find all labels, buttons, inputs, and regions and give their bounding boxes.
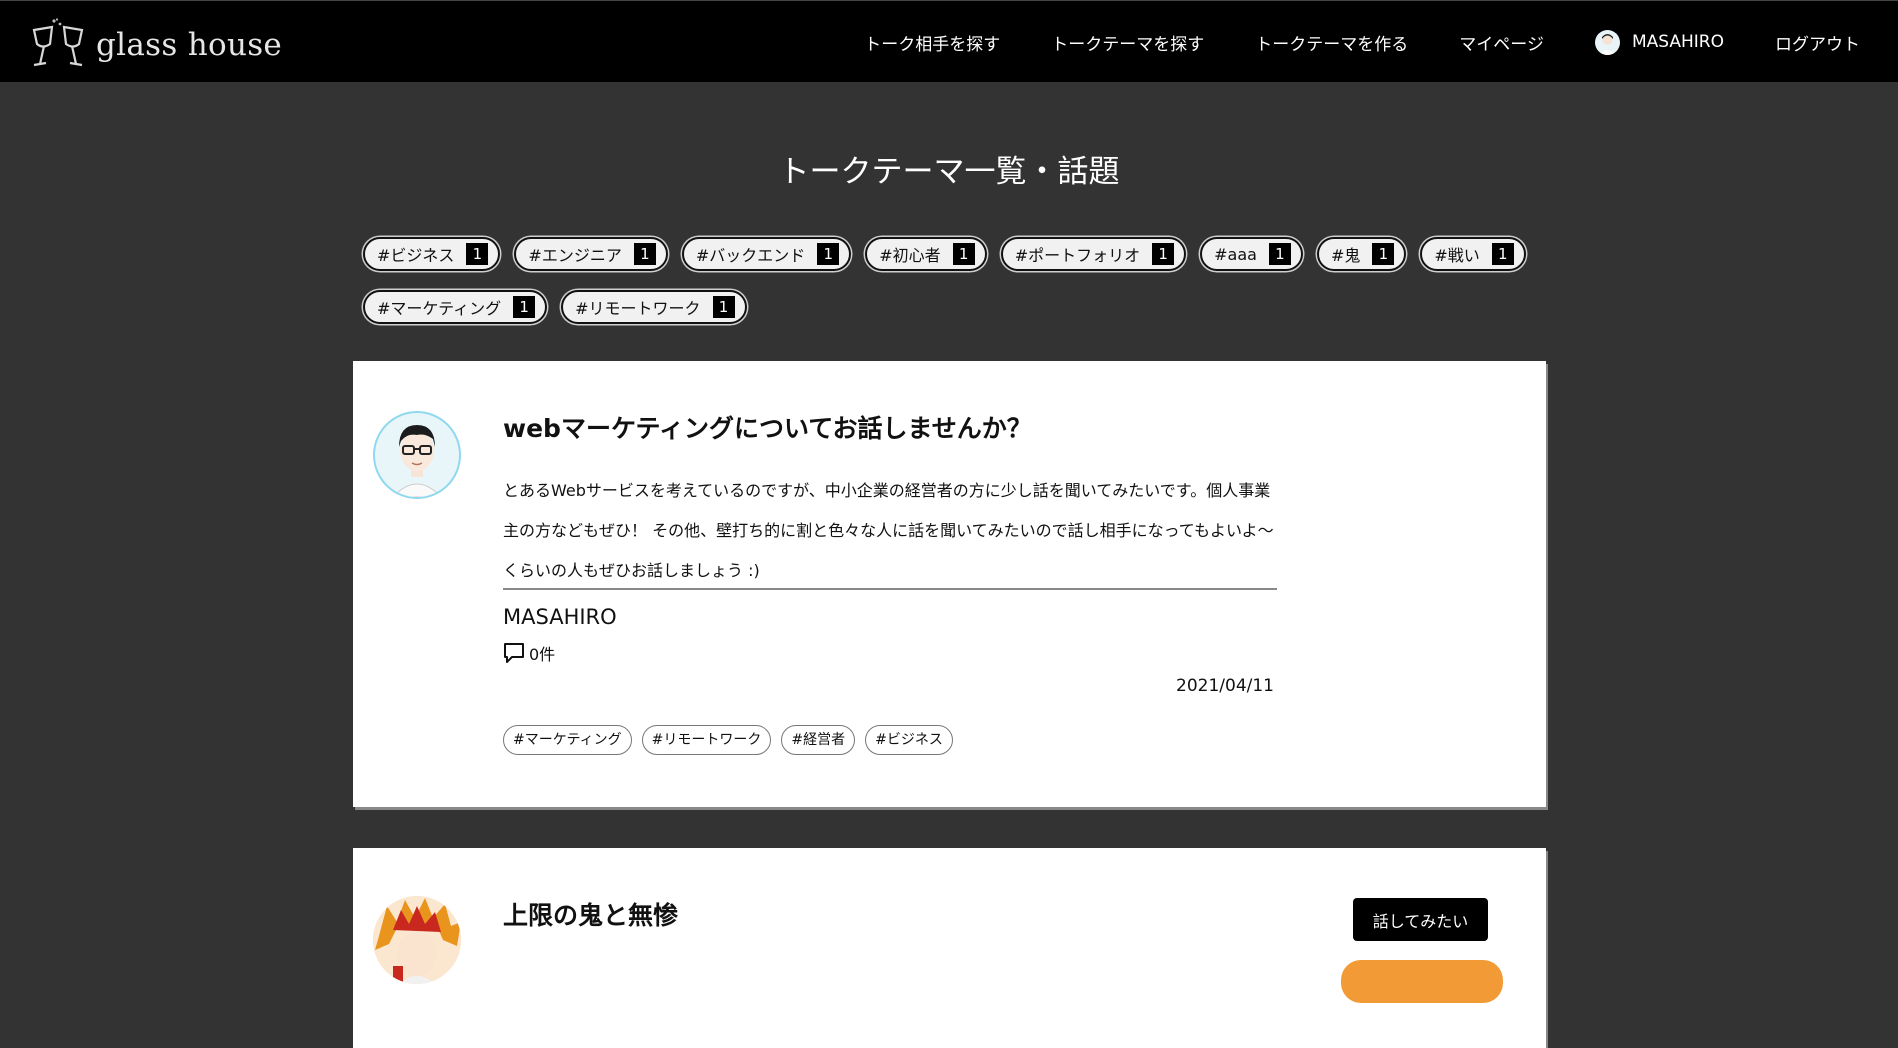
tag-row: #マーケティング 1 #リモートワーク 1 xyxy=(363,288,1543,326)
logo-text: glass house xyxy=(96,27,283,63)
tag-label: #リモートワーク xyxy=(575,299,701,318)
page-title: トークテーマ一覧・話題 xyxy=(778,154,1120,190)
tag-pill[interactable]: #リモートワーク 1 xyxy=(561,290,747,324)
logo[interactable]: glass house xyxy=(30,18,283,71)
tag-count: 1 xyxy=(1372,243,1395,265)
tag-label: #バックエンド xyxy=(695,246,806,265)
tag-label: #マーケティング xyxy=(377,299,502,318)
tag-count: 1 xyxy=(817,243,840,265)
comment-icon xyxy=(504,643,524,663)
tag-count: 1 xyxy=(633,243,656,265)
tag-label: #初心者 xyxy=(879,246,941,265)
comment-count: 0件 xyxy=(529,645,556,664)
card-title[interactable]: webマーケティングについてお話しませんか？ xyxy=(503,409,1032,445)
tag-pill[interactable]: #バックエンド 1 xyxy=(681,237,852,271)
tag-pill[interactable]: #鬼 1 xyxy=(1316,237,1407,271)
tag-pill[interactable]: #マーケティング 1 xyxy=(363,290,548,324)
tag-label: #aaa xyxy=(1214,244,1257,264)
tag-label: #ポートフォリオ xyxy=(1014,246,1141,265)
card-comments: 0件 xyxy=(503,641,555,665)
tag-pill[interactable]: #ポートフォリオ 1 xyxy=(1000,237,1187,271)
card-tags: #マーケティング #リモートワーク #経営者 #ビジネス xyxy=(503,725,963,755)
tag-count: 1 xyxy=(1152,243,1175,265)
card-tag[interactable]: #経営者 xyxy=(781,725,856,755)
glasses-icon xyxy=(32,18,84,67)
nav-find-theme[interactable]: トークテーマを探す xyxy=(1051,30,1204,55)
card-title[interactable]: 上限の鬼と無惨 xyxy=(503,896,678,932)
theme-card[interactable]: webマーケティングについてお話しませんか？ とあるWebサービスを考えているの… xyxy=(353,361,1546,807)
tag-count: 1 xyxy=(952,243,975,265)
nav-user-name: MASAHIRO xyxy=(1631,32,1724,52)
want-to-talk-button[interactable]: 話してみたい xyxy=(1353,898,1488,941)
card-tag[interactable]: #ビジネス xyxy=(865,725,953,755)
theme-card[interactable]: 上限の鬼と無惨 話してみたい xyxy=(353,848,1546,1048)
nav-logout[interactable]: ログアウト xyxy=(1775,30,1860,55)
tag-count: 1 xyxy=(513,296,536,318)
author-avatar[interactable] xyxy=(373,411,461,499)
tag-pill[interactable]: #aaa 1 xyxy=(1200,237,1303,271)
tag-pill[interactable]: #戦い 1 xyxy=(1420,237,1526,271)
nav-create-theme[interactable]: トークテーマを作る xyxy=(1255,30,1408,55)
card-tag[interactable]: #リモートワーク xyxy=(641,725,772,755)
secondary-action-button[interactable] xyxy=(1341,960,1503,1003)
tag-pill[interactable]: #ビジネス 1 xyxy=(363,237,501,271)
tag-count: 1 xyxy=(1268,243,1291,265)
tag-pill[interactable]: #初心者 1 xyxy=(865,237,987,271)
tag-count: 1 xyxy=(466,243,489,265)
card-date: 2021/04/11 xyxy=(1176,676,1274,696)
tag-count: 1 xyxy=(712,296,735,318)
user-avatar-icon xyxy=(1594,29,1620,55)
tag-count: 1 xyxy=(1491,243,1514,265)
card-description: とあるWebサービスを考えているのですが、中小企業の経営者の方に少し話を聞いてみ… xyxy=(503,481,1274,580)
tag-row: #ビジネス 1 #エンジニア 1 #バックエンド 1 #初心者 1 #ポートフォリオ 1 … xyxy=(363,235,1543,273)
tag-pill[interactable]: #エンジニア 1 xyxy=(514,237,668,271)
main-nav: トーク相手を探す トークテーマを探す トークテーマを作る マイページ MASAH… xyxy=(813,1,1860,83)
tag-label: #戦い xyxy=(1434,246,1480,265)
tag-label: #エンジニア xyxy=(528,246,622,265)
nav-find-partner[interactable]: トーク相手を探す xyxy=(864,30,1000,55)
card-author[interactable]: MASAHIRO xyxy=(503,605,617,629)
card-tag[interactable]: #マーケティング xyxy=(503,725,632,755)
nav-user[interactable]: MASAHIRO xyxy=(1594,29,1724,55)
nav-mypage[interactable]: マイページ xyxy=(1459,30,1544,55)
tag-label: #鬼 xyxy=(1330,246,1361,265)
top-nav-bar: glass house トーク相手を探す トークテーマを探す トークテーマを作る… xyxy=(0,0,1898,82)
tag-cloud: #ビジネス 1 #エンジニア 1 #バックエンド 1 #初心者 1 #ポートフォリオ 1 … xyxy=(363,235,1543,341)
card-divider xyxy=(503,588,1277,590)
tag-label: #ビジネス xyxy=(377,246,455,265)
